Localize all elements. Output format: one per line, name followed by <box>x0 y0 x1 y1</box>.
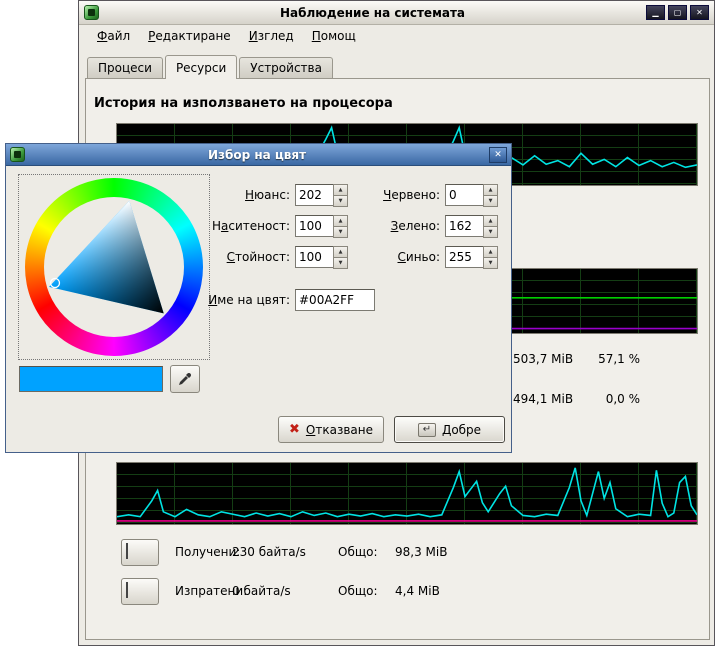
blue-input[interactable] <box>445 246 483 268</box>
spin-up-icon[interactable]: ▲ <box>333 184 348 195</box>
eyedropper-button[interactable] <box>170 365 200 393</box>
received-rate: 230 байта/s <box>232 545 306 559</box>
dialog-close-icon[interactable]: ✕ <box>489 147 507 163</box>
color-preview <box>19 366 163 392</box>
red-stepper: ▲▼ <box>445 184 498 206</box>
received-swatch[interactable] <box>121 539 159 566</box>
maximize-icon[interactable]: ▢ <box>668 5 687 20</box>
hue-stepper: ▲▼ <box>295 184 348 206</box>
hue-input[interactable] <box>295 184 333 206</box>
eyedropper-icon <box>177 371 193 387</box>
tab-processes[interactable]: Процеси <box>87 57 163 78</box>
spin-up-icon[interactable]: ▲ <box>333 215 348 226</box>
value-stepper: ▲▼ <box>295 246 348 268</box>
ok-button[interactable]: ↵ Добре <box>394 416 505 443</box>
sent-swatch[interactable] <box>121 578 159 605</box>
sent-color <box>126 582 128 598</box>
cancel-button[interactable]: ✖ Отказване <box>278 416 384 443</box>
value-label: Стойност: <box>211 250 290 264</box>
tab-resources[interactable]: Ресурси <box>165 55 237 79</box>
blue-stepper: ▲▼ <box>445 246 498 268</box>
spin-down-icon[interactable]: ▼ <box>333 226 348 238</box>
saturation-input[interactable] <box>295 215 333 237</box>
menu-edit[interactable]: Редактиране <box>140 27 239 45</box>
received-label: Получени: <box>175 545 240 559</box>
network-history-chart <box>116 462 698 525</box>
hsv-triangle[interactable] <box>19 175 209 359</box>
ok-icon: ↵ <box>418 423 436 437</box>
cancel-icon: ✖ <box>289 422 300 437</box>
received-color <box>126 543 128 559</box>
spin-down-icon[interactable]: ▼ <box>483 195 498 207</box>
app-icon <box>84 5 99 20</box>
green-label: Зелено: <box>366 219 440 233</box>
green-input[interactable] <box>445 215 483 237</box>
color-name-input[interactable] <box>295 289 375 311</box>
spin-up-icon[interactable]: ▲ <box>483 184 498 195</box>
sent-total-label: Общо: <box>338 584 378 598</box>
value-input[interactable] <box>295 246 333 268</box>
swap-percent-value: 0,0 % <box>578 392 640 406</box>
color-name-label: Име на цвят: <box>201 293 290 307</box>
color-picker-dialog: Избор на цвят ✕ <box>5 143 512 453</box>
spin-up-icon[interactable]: ▲ <box>483 215 498 226</box>
received-total-label: Общо: <box>338 545 378 559</box>
window-title: Наблюдение на системата <box>104 6 641 20</box>
cpu-section-title: История на използването на процесора <box>94 96 393 111</box>
green-stepper: ▲▼ <box>445 215 498 237</box>
spin-up-icon[interactable]: ▲ <box>483 246 498 257</box>
memory-used-value: 503,7 MiB <box>513 352 573 366</box>
menubar: Файл Редактиране Изглед Помощ <box>79 25 714 47</box>
spin-down-icon[interactable]: ▼ <box>483 257 498 269</box>
spin-down-icon[interactable]: ▼ <box>483 226 498 238</box>
red-label: Червено: <box>366 188 440 202</box>
hue-label: Нюанс: <box>211 188 290 202</box>
close-icon[interactable]: ✕ <box>690 5 709 20</box>
sent-rate: 0 байта/s <box>232 584 291 598</box>
ok-label: Добре <box>442 423 481 437</box>
main-titlebar[interactable]: Наблюдение на системата ▁ ▢ ✕ <box>79 1 714 25</box>
hsv-color-wheel[interactable] <box>18 174 210 360</box>
menu-view[interactable]: Изглед <box>241 27 302 45</box>
received-total: 98,3 MiB <box>395 545 447 559</box>
dialog-title: Избор на цвят <box>30 148 484 162</box>
red-input[interactable] <box>445 184 483 206</box>
spin-up-icon[interactable]: ▲ <box>333 246 348 257</box>
blue-label: Синьо: <box>366 250 440 264</box>
minimize-icon[interactable]: ▁ <box>646 5 665 20</box>
swap-used-value: 494,1 MiB <box>513 392 573 406</box>
menu-file[interactable]: Файл <box>89 27 138 45</box>
window-controls: ▁ ▢ ✕ <box>646 5 709 20</box>
tab-strip: Процеси Ресурси Устройства <box>87 55 335 78</box>
dialog-titlebar[interactable]: Избор на цвят ✕ <box>6 144 511 166</box>
memory-percent-value: 57,1 % <box>578 352 640 366</box>
spin-down-icon[interactable]: ▼ <box>333 195 348 207</box>
spin-down-icon[interactable]: ▼ <box>333 257 348 269</box>
saturation-stepper: ▲▼ <box>295 215 348 237</box>
dialog-icon <box>10 147 25 162</box>
cancel-label: Отказване <box>306 423 373 437</box>
saturation-label: Наситеност: <box>211 219 290 233</box>
sent-total: 4,4 MiB <box>395 584 440 598</box>
menu-help[interactable]: Помощ <box>304 27 364 45</box>
tab-devices[interactable]: Устройства <box>239 57 333 78</box>
